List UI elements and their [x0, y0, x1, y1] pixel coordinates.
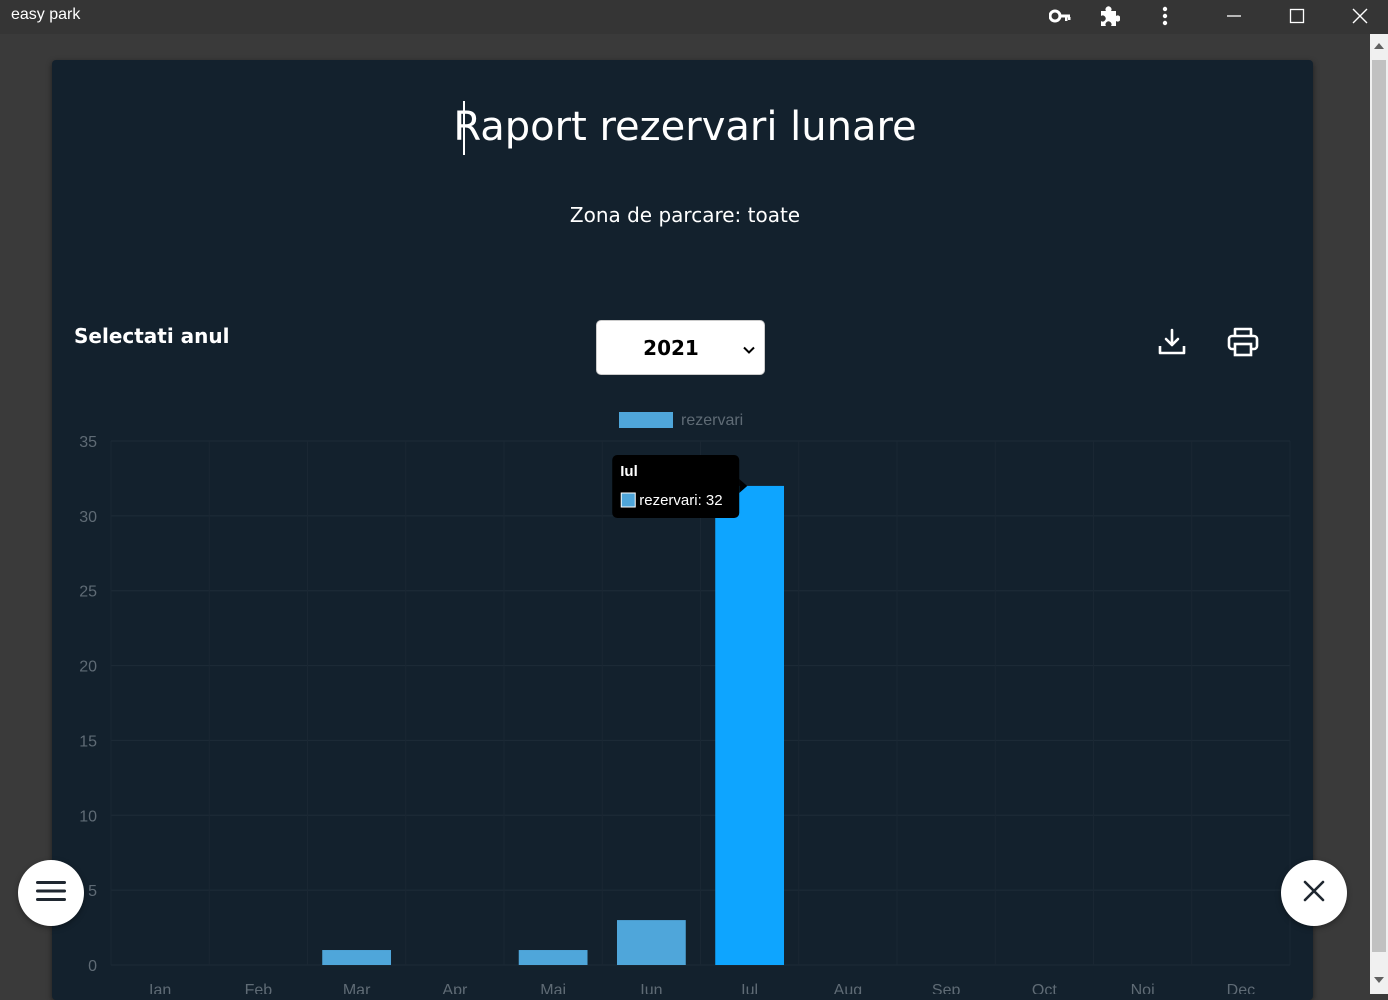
- x-tick-label: Aug: [834, 982, 862, 994]
- x-tick-label: Mar: [343, 982, 371, 994]
- page-title: Raport rezervari lunare: [453, 104, 917, 150]
- y-tick-label: 0: [88, 958, 97, 975]
- scroll-down-icon[interactable]: [1370, 972, 1388, 988]
- x-tick-label: Apr: [442, 982, 468, 994]
- vertical-scrollbar[interactable]: [1370, 34, 1388, 994]
- y-tick-label: 25: [79, 584, 97, 601]
- title-bar: easy park: [0, 0, 1388, 34]
- scroll-thumb[interactable]: [1372, 60, 1386, 952]
- bar[interactable]: [715, 485, 785, 965]
- x-tick-label: Feb: [245, 982, 273, 994]
- x-tick-label: Iul: [741, 982, 758, 994]
- menu-fab-button[interactable]: [18, 860, 84, 926]
- y-tick-label: 35: [79, 434, 97, 451]
- bar[interactable]: [322, 950, 392, 965]
- parking-zone-subtitle: Zona de parcare: toate: [569, 203, 801, 227]
- chart-legend: rezervari: [619, 412, 743, 429]
- x-tick-label: Dec: [1227, 982, 1255, 994]
- chart-tooltip: Iulrezervari: 32: [612, 455, 748, 518]
- year-label: Selectati anul: [74, 324, 230, 348]
- tooltip-label: rezervari: 32: [639, 492, 722, 509]
- puzzle-icon[interactable]: [1095, 3, 1123, 29]
- minimize-icon[interactable]: [1220, 3, 1248, 29]
- hamburger-icon: [36, 880, 66, 906]
- y-tick-label: 5: [88, 883, 97, 900]
- y-tick-label: 10: [79, 808, 97, 825]
- printer-icon[interactable]: [1223, 322, 1263, 362]
- y-tick-label: 20: [79, 659, 97, 676]
- download-icon[interactable]: [1152, 322, 1192, 362]
- close-icon: [1303, 880, 1325, 906]
- more-vertical-icon[interactable]: [1151, 3, 1179, 29]
- report-card: [52, 60, 1313, 1000]
- x-tick-label: Mai: [540, 982, 566, 994]
- close-fab-button[interactable]: [1281, 860, 1347, 926]
- year-select-value: 2021: [643, 336, 699, 360]
- chevron-down-icon: [743, 339, 755, 358]
- x-tick-label: Ian: [149, 982, 171, 994]
- app-title: easy park: [11, 6, 81, 23]
- year-select[interactable]: 2021: [596, 320, 765, 375]
- x-tick-label: Noi: [1131, 982, 1155, 994]
- x-tick-label: Iun: [640, 982, 662, 994]
- y-tick-label: 30: [79, 509, 97, 526]
- bar[interactable]: [518, 950, 588, 965]
- legend-label: rezervari: [681, 412, 743, 429]
- tooltip-swatch: [620, 492, 636, 508]
- x-tick-label: Sep: [932, 982, 961, 994]
- y-tick-label: 15: [79, 733, 97, 750]
- legend-swatch: [619, 412, 673, 428]
- key-icon[interactable]: [1046, 3, 1074, 29]
- window-close-icon[interactable]: [1346, 3, 1374, 29]
- x-tick-label: Oct: [1032, 982, 1057, 994]
- bar[interactable]: [616, 920, 686, 965]
- tooltip-title: Iul: [620, 463, 638, 480]
- scroll-up-icon[interactable]: [1370, 38, 1388, 54]
- maximize-icon[interactable]: [1283, 3, 1311, 29]
